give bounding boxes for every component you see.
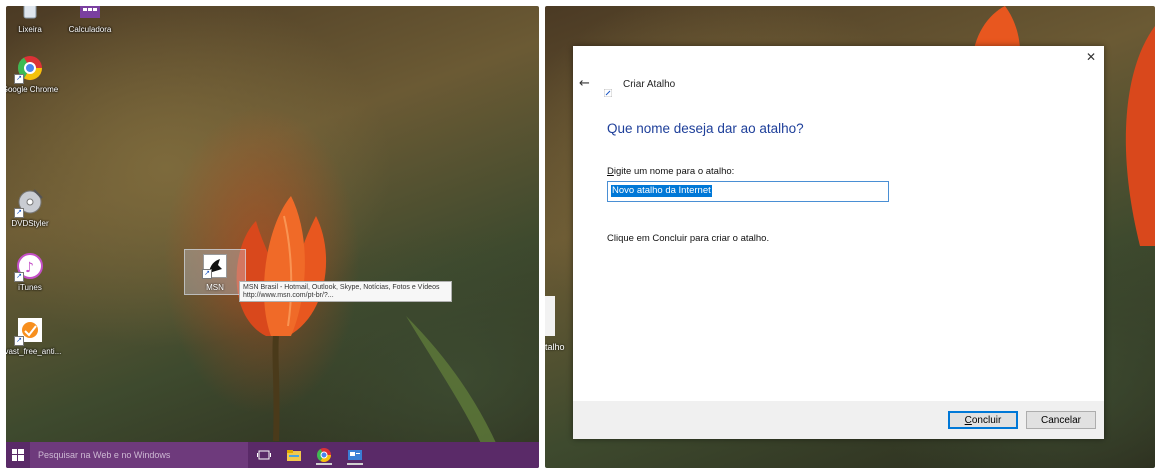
name-field-label-text: igite um nome para o atalho: <box>613 166 735 177</box>
dialog-heading: Que nome deseja dar ao atalho? <box>607 121 804 136</box>
shortcut-arrow-icon: ↗ <box>202 269 212 279</box>
windows-logo-icon <box>12 449 24 461</box>
back-arrow-icon[interactable]: ← <box>579 76 590 91</box>
tulip-flower <box>236 196 327 442</box>
shortcut-arrow-icon: ↗ <box>14 272 24 282</box>
itunes-icon: ♪ ↗ <box>14 252 44 282</box>
partial-icon-left <box>545 296 555 336</box>
dialog-title: Criar Atalho <box>623 79 676 90</box>
msn-shortcut-icon: ↗ <box>202 254 227 279</box>
desktop-icon-chrome[interactable]: ↗ Google Chrome <box>6 54 60 94</box>
task-view-icon[interactable] <box>256 447 272 463</box>
desktop-icon-itunes[interactable]: ♪ ↗ iTunes <box>6 252 60 292</box>
desktop-left: Lixeira Calculadora ↗ Google Chrome ↗ DV… <box>6 6 539 468</box>
name-field-label: Digite um nome para o atalho: <box>607 166 734 177</box>
desktop-icon-dvdstyler[interactable]: ↗ DVDStyler <box>6 188 60 228</box>
taskbar-search-input[interactable]: Pesquisar na Web e no Windows <box>30 442 248 468</box>
shortcut-arrow-icon: ↗ <box>14 208 24 218</box>
avast-icon: ↗ <box>14 316 44 346</box>
dialog-instruction: Clique em Concluir para criar o atalho. <box>607 233 770 244</box>
close-icon[interactable]: ✕ <box>1086 50 1096 64</box>
taskbar: Pesquisar na Web e no Windows <box>6 442 539 468</box>
desktop-icon-avast[interactable]: ↗ avast_free_anti... <box>6 316 62 356</box>
taskbar-chrome-icon[interactable] <box>316 447 332 465</box>
cancel-button[interactable]: Cancelar <box>1026 411 1096 429</box>
tooltip-url: http://www.msn.com/pt-br/?... <box>243 292 334 299</box>
desktop-icon-recycle-bin[interactable]: Lixeira <box>6 6 60 34</box>
tooltip-title: MSN Brasil - Hotmail, Outlook, Skype, No… <box>243 284 440 291</box>
shortcut-app-icon[interactable] <box>347 447 363 465</box>
dvd-icon: ↗ <box>14 188 44 218</box>
chrome-icon: ↗ <box>14 54 44 84</box>
shortcut-arrow-icon: ↗ <box>14 74 24 84</box>
shortcut-arrow-icon: ↗ <box>14 336 24 346</box>
shortcut-name-value: Novo atalho da Internet <box>611 185 712 197</box>
start-button[interactable] <box>6 442 30 468</box>
desktop-icon-label: iTunes <box>18 283 42 292</box>
desktop-right: talho ✕ ← Criar Atalho Que nome deseja d… <box>545 6 1155 468</box>
create-shortcut-dialog: ✕ ← Criar Atalho Que nome deseja dar ao … <box>573 46 1104 439</box>
name-field-label-accel: D <box>607 166 614 177</box>
desktop-icon-calculator[interactable]: Calculadora <box>60 6 120 34</box>
msn-shortcut-label: MSN <box>206 283 224 292</box>
msn-shortcut-selection[interactable]: ↗ MSN <box>184 249 246 295</box>
desktop-icon-label: Google Chrome <box>6 85 59 94</box>
finish-button[interactable]: Concluir <box>948 411 1018 429</box>
finish-button-accel: C <box>964 415 972 426</box>
shortcut-name-input[interactable]: Novo atalho da Internet <box>607 181 889 202</box>
calculator-icon <box>76 6 104 22</box>
desktop-icon-label: Lixeira <box>18 25 42 34</box>
desktop-icon-label: avast_free_anti... <box>6 347 62 356</box>
svg-text:♪: ♪ <box>25 260 34 276</box>
msn-tooltip: MSN Brasil - Hotmail, Outlook, Skype, No… <box>239 281 452 302</box>
dialog-footer: Concluir Cancelar <box>573 401 1104 439</box>
shortcut-wizard-icon <box>603 84 613 98</box>
recycle-bin-icon <box>16 6 44 22</box>
finish-button-text: oncluir <box>971 415 1002 426</box>
file-explorer-icon[interactable] <box>286 447 302 463</box>
desktop-icon-label: DVDStyler <box>11 219 49 228</box>
desktop-icon-label: Calculadora <box>68 25 112 34</box>
partial-desktop-icon-label: talho <box>545 342 565 352</box>
